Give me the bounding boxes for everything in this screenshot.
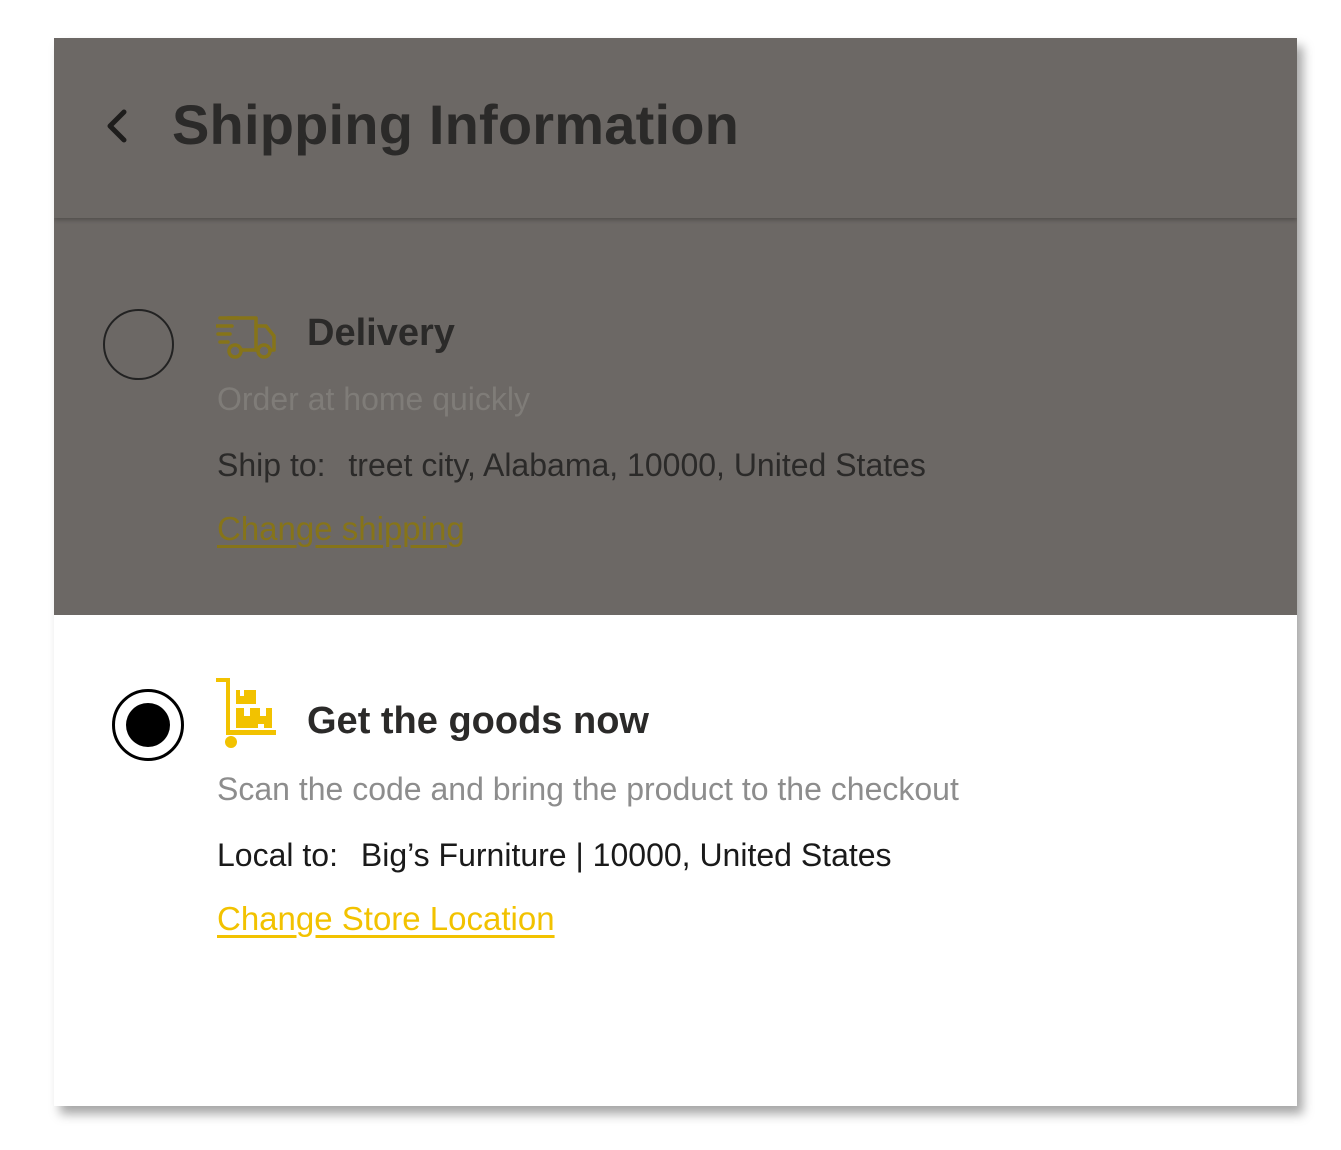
change-store-location-link[interactable]: Change Store Location [217, 900, 555, 938]
change-shipping-link[interactable]: Change shipping [217, 510, 465, 548]
local-to-value: Big’s Furniture | 10000, United States [360, 837, 892, 873]
delivery-address: Ship to: treet city, Alabama, 10000, Uni… [217, 447, 926, 484]
pickup-subtitle: Scan the code and bring the product to t… [217, 771, 959, 807]
header-bar: Shipping Information [54, 38, 1297, 218]
radio-selected-dot [126, 703, 170, 747]
page-title: Shipping Information [172, 93, 740, 156]
delivery-subtitle: Order at home quickly [217, 381, 531, 417]
pickup-title: Get the goods now [307, 700, 649, 742]
hand-truck-icon [216, 678, 276, 748]
delivery-title: Delivery [307, 312, 455, 354]
ship-to-label: Ship to: [217, 447, 326, 483]
chevron-left-icon[interactable] [102, 106, 132, 146]
local-to-label: Local to: [217, 837, 338, 873]
pickup-address: Local to: Big’s Furniture | 10000, Unite… [217, 837, 892, 874]
pickup-radio[interactable] [112, 689, 184, 761]
shipping-information-screen: Shipping Information Delivery Order at h… [54, 38, 1297, 1106]
ship-to-value: treet city, Alabama, 10000, United State… [348, 447, 926, 483]
delivery-truck-icon [216, 316, 276, 359]
delivery-radio[interactable] [103, 309, 174, 380]
